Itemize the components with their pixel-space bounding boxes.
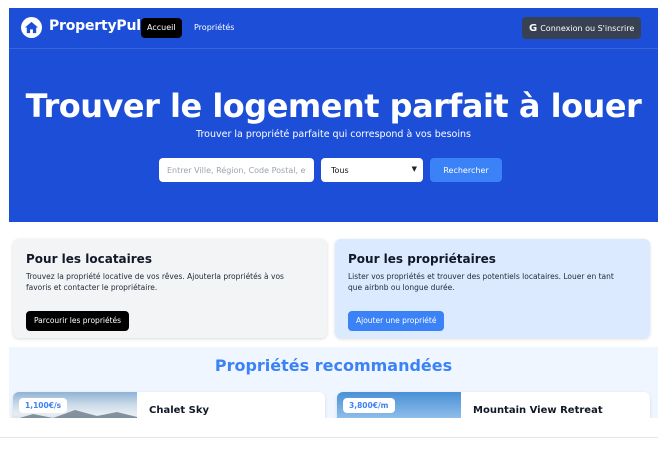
google-icon: G	[529, 22, 538, 34]
property-type-select[interactable]: Tous ▼	[321, 158, 423, 182]
top-navbar: PropertyPulse Accueil Propriétés G Conne…	[9, 8, 658, 49]
nav-link-accueil[interactable]: Accueil	[141, 18, 182, 38]
add-property-button[interactable]: Ajouter une propriété	[348, 311, 445, 331]
property-card[interactable]: 1,100€/s Chalet Sky	[13, 392, 325, 418]
recommended-section: Propriétés recommandées 1,100€/s Chalet …	[9, 347, 658, 418]
hero-section: Trouver le logement parfait à louer Trou…	[9, 49, 658, 222]
recommended-title: Propriétés recommandées	[214, 356, 453, 375]
tenants-card-title: Pour les locataires	[26, 252, 152, 266]
owners-card-text: Lister vos propriétés et trouver des pot…	[348, 272, 614, 292]
tenants-card-text: Trouvez la propriété locative de vos rêv…	[26, 272, 284, 292]
property-card[interactable]: 3,800€/m Mountain View Retreat	[337, 392, 650, 418]
property-name[interactable]: Chalet Sky	[149, 405, 209, 416]
hero-subtitle: Trouver la propriété parfaite qui corres…	[196, 129, 471, 140]
hero-title: Trouver le logement parfait à louer	[25, 87, 642, 125]
page-divider	[0, 437, 658, 438]
chevron-down-icon: ▼	[411, 165, 417, 173]
login-button[interactable]: G Connexion ou S'inscrire	[522, 17, 641, 39]
page-viewport: PropertyPulse Accueil Propriétés G Conne…	[9, 8, 658, 418]
search-button[interactable]: Rechercher	[430, 158, 502, 182]
property-type-select-value: Tous	[331, 165, 349, 175]
price-badge: 3,800€/m	[343, 398, 395, 413]
location-search-input[interactable]	[159, 158, 314, 182]
nav-link-proprietes[interactable]: Propriétés	[194, 18, 234, 38]
owners-card: Pour les propriétaires Lister vos propri…	[335, 239, 650, 338]
tenants-card: Pour les locataires Trouvez la propriété…	[13, 239, 327, 338]
browse-properties-button[interactable]: Parcourir les propriétés	[26, 311, 130, 331]
house-logo-icon[interactable]	[21, 17, 42, 38]
owners-card-title: Pour les propriétaires	[348, 252, 496, 266]
login-button-label: Connexion ou S'inscrire	[540, 23, 635, 33]
property-name[interactable]: Mountain View Retreat	[473, 405, 603, 416]
price-badge: 1,100€/s	[19, 398, 68, 413]
